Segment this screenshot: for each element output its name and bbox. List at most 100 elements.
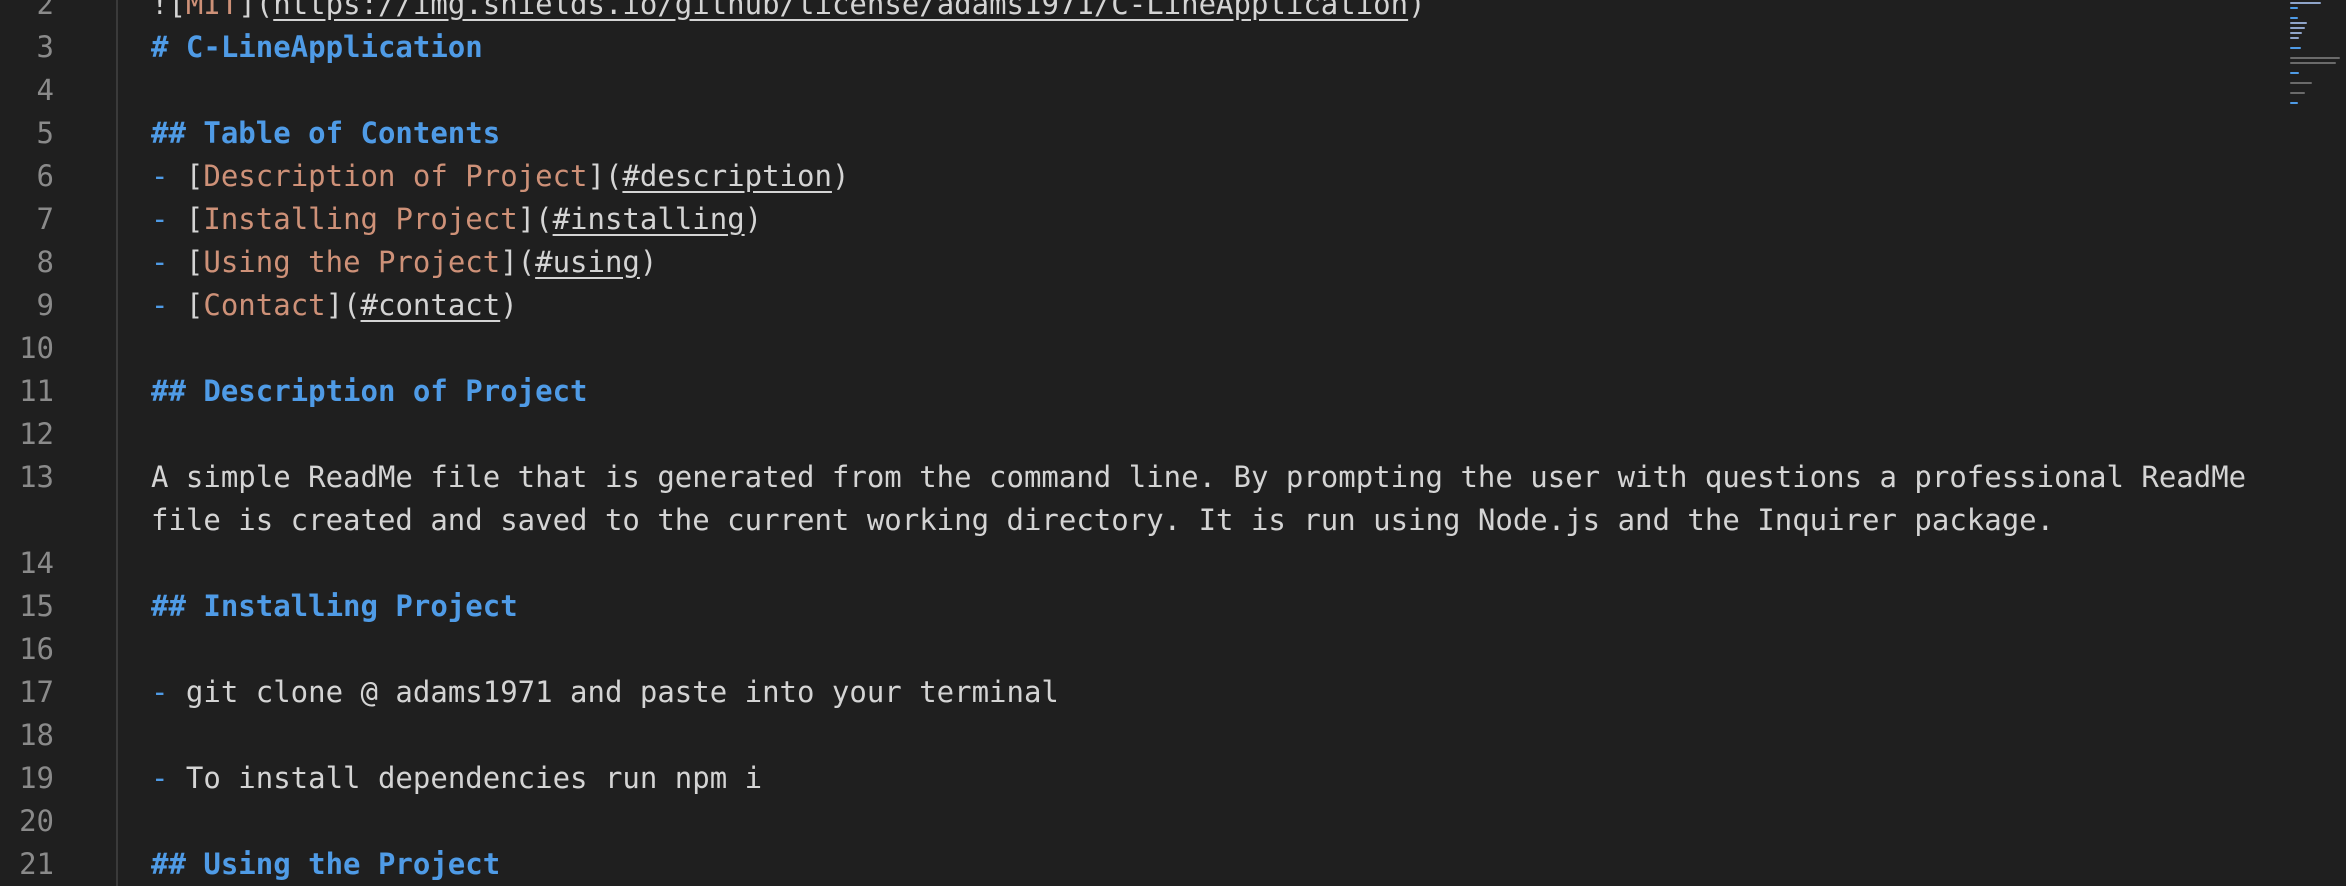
markdown-punctuation: ]( bbox=[325, 288, 361, 322]
markdown-punctuation: ![ bbox=[151, 0, 186, 21]
code-line[interactable]: 21 ## Using the Project bbox=[0, 843, 2270, 886]
line-content[interactable]: # C-LineApplication bbox=[151, 26, 2270, 69]
code-line[interactable]: 17 - git clone @ adams1971 and paste into… bbox=[0, 671, 2270, 714]
line-content[interactable]: ## Installing Project bbox=[151, 585, 2270, 628]
minimap-line bbox=[2290, 7, 2298, 9]
line-content[interactable]: - [Installing Project](#installing) bbox=[151, 198, 2270, 241]
code-editor[interactable]: 2 ![MIT](https://img.shields.io/github/li… bbox=[0, 0, 2346, 886]
line-number: 15 bbox=[19, 589, 54, 623]
line-number: 3 bbox=[36, 30, 54, 64]
minimap-line bbox=[2290, 92, 2305, 94]
markdown-heading: ## Description of Project bbox=[151, 374, 588, 408]
code-line[interactable]: 7 - [Installing Project](#installing) bbox=[0, 198, 2270, 241]
link-text: Installing Project bbox=[203, 202, 518, 236]
line-number: 10 bbox=[19, 331, 54, 365]
code-line[interactable]: 5 ## Table of Contents bbox=[0, 112, 2270, 155]
plain-text: git clone @ adams1971 and paste into you… bbox=[185, 675, 1059, 709]
line-number: 19 bbox=[19, 761, 54, 795]
link-url[interactable]: #contact bbox=[361, 288, 501, 322]
list-bullet: - bbox=[151, 761, 186, 795]
link-text: Using the Project bbox=[203, 245, 501, 279]
markdown-heading: ## Installing Project bbox=[151, 589, 518, 623]
minimap-line bbox=[2290, 82, 2312, 84]
markdown-punctuation: [ bbox=[185, 159, 204, 193]
plain-text: To install dependencies run npm i bbox=[185, 761, 763, 795]
link-url[interactable]: #description bbox=[622, 159, 832, 193]
link-url[interactable]: #using bbox=[535, 245, 640, 279]
line-content[interactable]: - [Description of Project](#description) bbox=[151, 155, 2270, 198]
line-content[interactable]: - git clone @ adams1971 and paste into y… bbox=[151, 671, 2270, 714]
markdown-punctuation: [ bbox=[185, 245, 204, 279]
code-line[interactable]: 8 - [Using the Project](#using) bbox=[0, 241, 2270, 284]
code-line[interactable]: 9 - [Contact](#contact) bbox=[0, 284, 2270, 327]
editor-lines[interactable]: 2 ![MIT](https://img.shields.io/github/li… bbox=[0, 0, 2270, 886]
line-content[interactable]: ## Using the Project bbox=[151, 843, 2270, 886]
markdown-punctuation: [ bbox=[185, 202, 204, 236]
code-line[interactable]: 18 bbox=[0, 714, 2270, 757]
wrapped-text-row: A simple ReadMe file that is generated f… bbox=[151, 460, 2247, 494]
line-number: 6 bbox=[36, 159, 54, 193]
line-number: 2 bbox=[36, 0, 54, 21]
code-line[interactable]: 12 bbox=[0, 413, 2270, 456]
code-line[interactable]: 20 bbox=[0, 800, 2270, 843]
line-number: 11 bbox=[19, 374, 54, 408]
line-content[interactable]: ## Description of Project bbox=[151, 370, 2270, 413]
code-line[interactable]: 13 A simple ReadMe file that is generated… bbox=[0, 456, 2270, 542]
code-line[interactable]: 6 - [Description of Project](#description… bbox=[0, 155, 2270, 198]
minimap-line bbox=[2290, 17, 2299, 19]
link-url[interactable]: #installing bbox=[553, 202, 745, 236]
markdown-punctuation: ]( bbox=[587, 159, 623, 193]
markdown-punctuation: ) bbox=[500, 288, 518, 322]
line-content[interactable]: A simple ReadMe file that is generated f… bbox=[151, 456, 2270, 542]
line-number: 5 bbox=[36, 116, 54, 150]
code-line[interactable]: 11 ## Description of Project bbox=[0, 370, 2270, 413]
markdown-heading: ## Using the Project bbox=[151, 847, 501, 881]
minimap[interactable] bbox=[2284, 0, 2346, 150]
link-text: Description of Project bbox=[203, 159, 588, 193]
line-content[interactable]: - [Contact](#contact) bbox=[151, 284, 2270, 327]
line-number: 20 bbox=[19, 804, 54, 838]
minimap-line bbox=[2290, 32, 2303, 34]
line-number: 16 bbox=[19, 632, 54, 666]
list-bullet: - bbox=[151, 159, 186, 193]
markdown-punctuation: ]( bbox=[500, 245, 536, 279]
line-content[interactable]: - To install dependencies run npm i bbox=[151, 757, 2270, 800]
link-text: MIT bbox=[185, 0, 239, 21]
line-content[interactable]: ## Table of Contents bbox=[151, 112, 2270, 155]
markdown-punctuation: ) bbox=[1408, 0, 1426, 21]
line-number: 12 bbox=[19, 417, 54, 451]
line-content[interactable]: - [Using the Project](#using) bbox=[151, 241, 2270, 284]
link-url[interactable]: https://img.shields.io/github/license/ad… bbox=[273, 0, 1408, 21]
markdown-punctuation: ) bbox=[744, 202, 763, 236]
code-line[interactable]: 15 ## Installing Project bbox=[0, 585, 2270, 628]
wrapped-text-row: file is created and saved to the current… bbox=[151, 503, 2055, 537]
line-number: 9 bbox=[36, 288, 54, 322]
line-number: 18 bbox=[19, 718, 54, 752]
code-line[interactable]: 3 # C-LineApplication bbox=[0, 26, 2270, 69]
line-number: 14 bbox=[19, 546, 54, 580]
minimap-line bbox=[2290, 2, 2321, 4]
code-line[interactable]: 19 - To install dependencies run npm i bbox=[0, 757, 2270, 800]
line-number: 4 bbox=[36, 73, 54, 107]
markdown-punctuation: ) bbox=[639, 245, 658, 279]
minimap-line bbox=[2290, 27, 2305, 29]
code-line[interactable]: 4 bbox=[0, 69, 2270, 112]
code-line[interactable]: 14 bbox=[0, 542, 2270, 585]
link-text: Contact bbox=[203, 288, 326, 322]
line-number: 13 bbox=[19, 460, 54, 494]
minimap-line bbox=[2290, 47, 2301, 49]
minimap-line bbox=[2290, 72, 2299, 74]
code-line[interactable]: 2 ![MIT](https://img.shields.io/github/li… bbox=[0, 0, 2270, 26]
code-line[interactable]: 10 bbox=[0, 327, 2270, 370]
list-bullet: - bbox=[151, 288, 186, 322]
markdown-punctuation: ]( bbox=[517, 202, 553, 236]
code-line[interactable]: 16 bbox=[0, 628, 2270, 671]
line-content[interactable]: ![MIT](https://img.shields.io/github/lic… bbox=[151, 0, 2270, 26]
markdown-punctuation: ) bbox=[831, 159, 850, 193]
line-number: 7 bbox=[36, 202, 54, 236]
minimap-line bbox=[2290, 22, 2307, 24]
markdown-punctuation: ]( bbox=[238, 0, 274, 21]
list-bullet: - bbox=[151, 675, 186, 709]
line-number: 21 bbox=[19, 847, 54, 881]
markdown-punctuation: [ bbox=[185, 288, 204, 322]
